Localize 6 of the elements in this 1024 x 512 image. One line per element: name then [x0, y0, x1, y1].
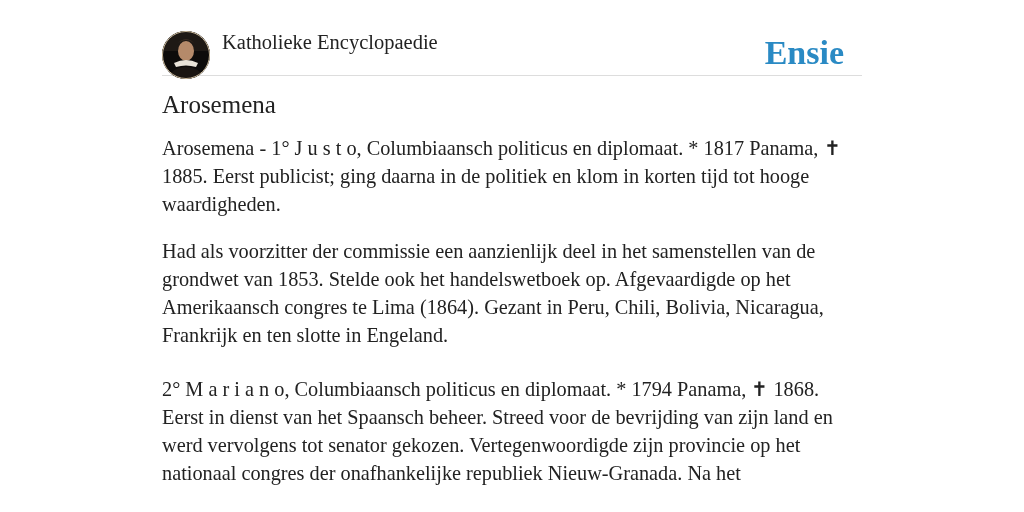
paragraph: Arosemena - 1° J u s t o, Columbiaansch politicus en diplomaat. * 1817 Panama, ✝ 1885. Eerst publicist; ging daarna in de politiek en klom in korten tijd tot hooge waardigheden. [162, 136, 842, 218]
paragraph: Had als voorzitter der commissie een aanzienlijk deel in het samenstellen van de grondwet van 1853. Stelde ook het handelswetboek op. Afgevaardigde op het Amerikaansch congres te Lima (1864). Gezant in Peru, Chili, Bolivia, Nicaragua, Frankrijk en ten slotte in Engeland. [162, 239, 825, 349]
article-title: Arosemena [162, 90, 277, 120]
site-name[interactable]: Katholieke Encyclopaedie [222, 29, 438, 55]
paragraph: 2° M a r i a n o, Columbiaansch politicus en diplomaat. * 1794 Panama, ✝ 1868. Eerst in dienst van het Spaansch beheer. Streed voor de bevrijding van zijn land en werd vervolgens tot senator gekozen. Vertegenwoordigde zijn provincie op het nationaal congres der onafhankelijke republiek Nieuw-Granada. Na het [162, 377, 834, 487]
site-logo[interactable]: Ensie [764, 36, 844, 70]
